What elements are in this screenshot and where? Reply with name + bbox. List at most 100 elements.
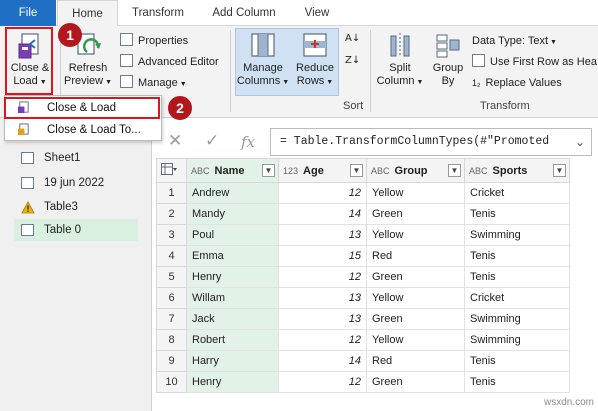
query-item[interactable]: Table3 [14,196,138,218]
tab-view[interactable]: View [296,0,338,26]
filter-dropdown-icon[interactable]: ▼ [448,164,461,177]
cell-group[interactable]: Red [366,350,465,372]
text-type-icon[interactable]: ABC [371,166,390,176]
cell-age[interactable]: 15 [278,245,367,267]
use-first-row-icon [472,54,485,67]
table-row[interactable]: 10 Henry 12 Green Tenis [156,371,570,393]
tab-transform[interactable]: Transform [124,0,192,26]
row-index: 10 [156,371,187,393]
query-item[interactable]: Sheet1 [14,147,138,169]
cell-age[interactable]: 12 [278,329,367,351]
reduce-rows-button[interactable]: Reduce Rows ▼ [292,30,338,94]
data-type-dropdown[interactable]: Data Type: Text ▼ [472,32,557,50]
table-row[interactable]: 6 Willam 13 Yellow Cricket [156,287,570,309]
cell-sports[interactable]: Tenis [464,245,570,267]
table-row[interactable]: 1 Andrew 12 Yellow Cricket [156,182,570,204]
cell-group[interactable]: Yellow [366,329,465,351]
tab-file[interactable]: File [0,0,56,26]
chevron-down-icon[interactable]: ⌄ [575,129,585,155]
queries-pane: Sheet1 19 jun 2022 Table3 Table 0 [0,118,152,411]
properties-button[interactable]: Properties [120,32,188,50]
cell-sports[interactable]: Cricket [464,182,570,204]
table-menu-header[interactable] [156,158,187,183]
cell-age[interactable]: 13 [278,224,367,246]
row-index: 5 [156,266,187,288]
query-item-active[interactable]: Table 0 [14,219,138,241]
table-row[interactable]: 5 Henry 12 Green Tenis [156,266,570,288]
filter-dropdown-icon[interactable]: ▼ [350,164,363,177]
cell-name[interactable]: Harry [186,350,279,372]
cell-sports[interactable]: Tenis [464,203,570,225]
cell-name[interactable]: Willam [186,287,279,309]
replace-values-button[interactable]: 1₂ Replace Values [472,74,562,92]
column-header-name[interactable]: ABC Name ▼ [186,158,279,183]
split-column-button[interactable]: Split Column ▼ [374,30,426,94]
cell-name[interactable]: Henry [186,371,279,393]
ribbon-separator [370,30,371,112]
cell-sports[interactable]: Tenis [464,266,570,288]
cell-age[interactable]: 12 [278,371,367,393]
advanced-editor-button[interactable]: Advanced Editor [120,53,219,71]
cell-group[interactable]: Yellow [366,182,465,204]
column-header-sports[interactable]: ABC Sports ▼ [464,158,570,183]
filter-dropdown-icon[interactable]: ▼ [553,164,566,177]
fx-icon[interactable]: fx [241,133,255,151]
row-index: 4 [156,245,187,267]
table-row[interactable]: 9 Harry 14 Red Tenis [156,350,570,372]
cell-name[interactable]: Andrew [186,182,279,204]
column-header-age[interactable]: 123 Age ▼ [278,158,367,183]
cell-group[interactable]: Green [366,266,465,288]
cell-group[interactable]: Green [366,371,465,393]
formula-input[interactable]: = Table.TransformColumnTypes(#"Promoted … [270,128,592,156]
column-header-group[interactable]: ABC Group ▼ [366,158,465,183]
manage-columns-button[interactable]: Manage Columns ▼ [236,30,290,94]
sort-group-label: Sort [343,100,364,112]
cell-group[interactable]: Green [366,203,465,225]
chevron-down-icon: ▼ [177,81,187,88]
query-label: 19 jun 2022 [44,177,105,189]
check-icon[interactable]: ✓ [205,131,219,151]
tab-add-column[interactable]: Add Column [204,0,284,26]
text-type-icon[interactable]: ABC [469,166,488,176]
cell-age[interactable]: 13 [278,308,367,330]
cell-sports[interactable]: Tenis [464,371,570,393]
manage-button[interactable]: Manage ▼ [120,74,187,92]
cell-name[interactable]: Jack [186,308,279,330]
text-type-icon[interactable]: ABC [191,166,210,176]
table-row[interactable]: 8 Robert 12 Yellow Swimming [156,329,570,351]
cell-age[interactable]: 14 [278,350,367,372]
cell-name[interactable]: Robert [186,329,279,351]
cell-name[interactable]: Henry [186,266,279,288]
filter-dropdown-icon[interactable]: ▼ [262,164,275,177]
table-row[interactable]: 2 Mandy 14 Green Tenis [156,203,570,225]
cell-age[interactable]: 12 [278,182,367,204]
cell-name[interactable]: Mandy [186,203,279,225]
cell-sports[interactable]: Tenis [464,350,570,372]
formula-text: = Table.TransformColumnTypes(#"Promoted [280,135,550,148]
cell-age[interactable]: 12 [278,266,367,288]
menu-item-close-load-to[interactable]: Close & Load To... [7,120,159,140]
sort-ascending-button[interactable]: A↓ [345,30,360,48]
query-item[interactable]: 19 jun 2022 [14,172,138,194]
table-row[interactable]: 7 Jack 13 Green Swimming [156,308,570,330]
cell-sports[interactable]: Swimming [464,224,570,246]
use-first-row-button[interactable]: Use First Row as Hea [472,53,597,71]
cell-name[interactable]: Emma [186,245,279,267]
cell-age[interactable]: 13 [278,287,367,309]
cell-sports[interactable]: Cricket [464,287,570,309]
cell-sports[interactable]: Swimming [464,308,570,330]
cell-group[interactable]: Green [366,308,465,330]
number-type-icon[interactable]: 123 [283,166,298,176]
cell-age[interactable]: 14 [278,203,367,225]
sort-descending-button[interactable]: Z↓ [345,52,360,70]
group-by-button[interactable]: Group By [428,30,468,94]
cell-group[interactable]: Red [366,245,465,267]
cell-name[interactable]: Poul [186,224,279,246]
cell-group[interactable]: Yellow [366,287,465,309]
table-icon [21,152,34,164]
cell-group[interactable]: Yellow [366,224,465,246]
table-row[interactable]: 4 Emma 15 Red Tenis [156,245,570,267]
cancel-icon[interactable]: ✕ [168,131,182,151]
table-row[interactable]: 3 Poul 13 Yellow Swimming [156,224,570,246]
cell-sports[interactable]: Swimming [464,329,570,351]
